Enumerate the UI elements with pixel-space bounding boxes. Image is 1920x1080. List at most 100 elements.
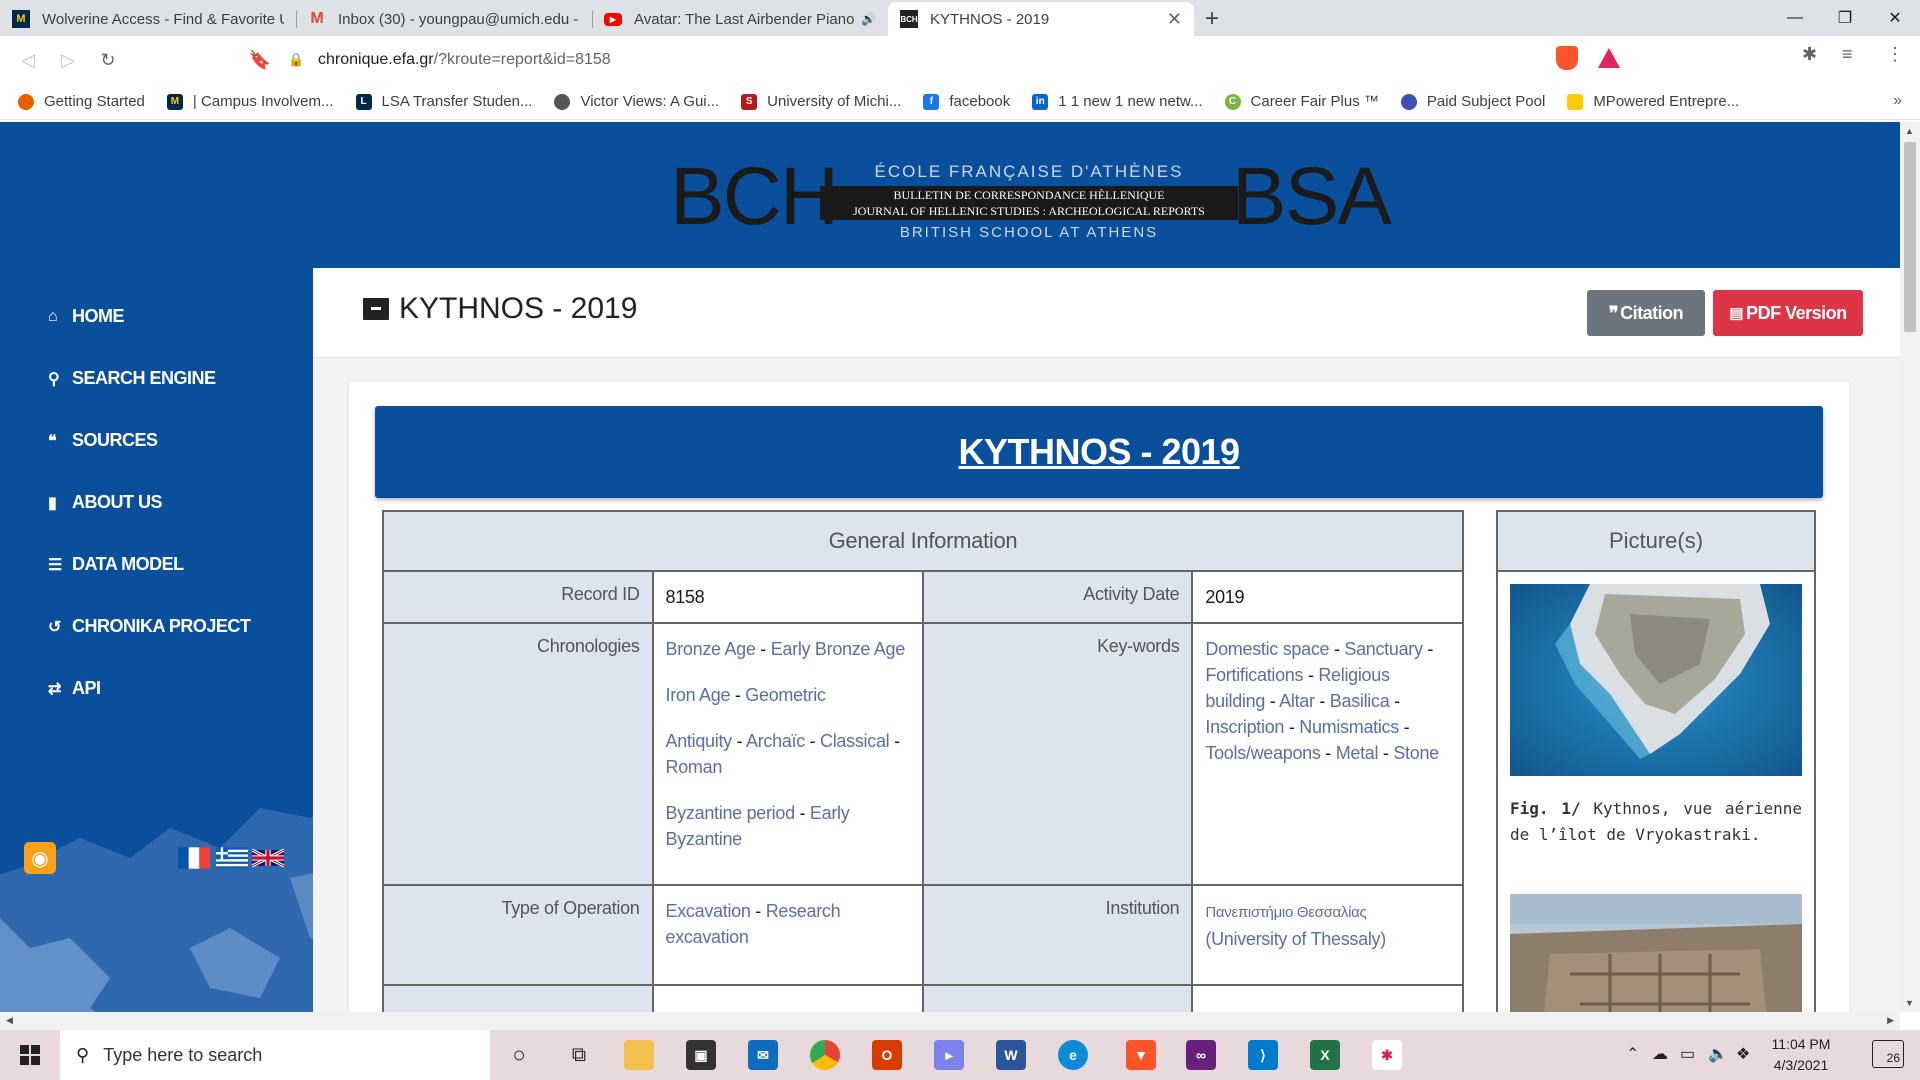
bookmark-paid-subject-pool[interactable]: Paid Subject Pool (1400, 93, 1545, 110)
address-bar[interactable]: 🔒 chronique.efa.gr/?kroute=report&id=815… (288, 42, 1538, 78)
keyword-link[interactable]: Fortifications (1205, 665, 1303, 685)
chrome-icon[interactable] (810, 1040, 840, 1070)
scroll-up-icon[interactable]: ▲ (1905, 126, 1914, 136)
dropbox-icon[interactable]: ❖ (1736, 1044, 1750, 1064)
notifications-icon[interactable]: 26 (1872, 1040, 1904, 1068)
lock-icon: 🔒 (288, 52, 305, 67)
bch-icon: BCH (900, 10, 918, 28)
task-view-icon[interactable]: ⧉ (564, 1040, 594, 1070)
bookmark-victor-views[interactable]: Victor Views: A Gui... (554, 93, 719, 110)
teams-icon[interactable]: ▸ (934, 1040, 964, 1070)
slack-icon[interactable]: ✱ (1372, 1040, 1402, 1070)
site-photo-excavation[interactable] (1510, 894, 1802, 1012)
forward-icon[interactable]: ▷ (48, 40, 88, 80)
chronology-link[interactable]: Roman (666, 757, 723, 777)
brave-icon[interactable]: ▼ (1126, 1040, 1156, 1070)
show-hidden-icons-icon[interactable]: ⌃ (1626, 1044, 1639, 1064)
clock-time: 11:04 PM (1771, 1036, 1831, 1052)
cortana-icon[interactable]: ○ (504, 1040, 534, 1070)
maximize-icon[interactable]: ❐ (1820, 0, 1870, 36)
speaker-icon[interactable]: 🔊 (861, 12, 876, 26)
file-explorer-icon[interactable] (624, 1040, 654, 1070)
bookmark-mpowered[interactable]: MPowered Entrepre... (1567, 93, 1739, 110)
keyword-link[interactable]: Tools/weapons (1205, 743, 1320, 763)
bookmarks-overflow-icon[interactable]: » (1893, 92, 1902, 110)
word-icon[interactable]: W (996, 1040, 1026, 1070)
scrollbar-thumb[interactable] (1904, 142, 1916, 332)
tab-wolverine-access[interactable]: M Wolverine Access - Find & Favorite Ur (0, 2, 296, 36)
onedrive-icon[interactable]: ☁ (1652, 1044, 1668, 1064)
brave-rewards-icon[interactable] (1598, 48, 1620, 68)
extensions-icon[interactable]: ✱ (1802, 44, 1817, 65)
scroll-right-icon[interactable]: ▶ (1887, 1015, 1894, 1026)
keyword-link[interactable]: Altar (1279, 691, 1315, 711)
tab-title: Avatar: The Last Airbender Piano M (634, 10, 858, 28)
office-icon[interactable]: O (872, 1040, 902, 1070)
visual-studio-icon[interactable]: ∞ (1186, 1040, 1216, 1070)
chronology-link[interactable]: Byzantine period (666, 803, 796, 823)
battery-icon[interactable]: ▭ (1680, 1044, 1695, 1064)
institution-english-link[interactable]: (University of Thessaly) (1205, 929, 1386, 949)
keyword-link[interactable]: Sanctuary (1344, 639, 1423, 659)
keywords-label: Key-words (921, 622, 1194, 886)
vscode-icon[interactable]: ⟩ (1248, 1040, 1278, 1070)
tab-youtube-avatar[interactable]: ▶ Avatar: The Last Airbender Piano M 🔊 (592, 2, 888, 36)
new-tab-button[interactable]: + (1194, 2, 1230, 36)
scroll-left-icon[interactable]: ◀ (6, 1015, 13, 1026)
youtube-icon: ▶ (604, 12, 622, 26)
keyword-link[interactable]: Inscription (1205, 717, 1284, 737)
reload-icon[interactable]: ↻ (88, 40, 128, 80)
edge-icon[interactable]: e (1058, 1040, 1088, 1070)
keyword-link[interactable]: Numismatics (1299, 717, 1399, 737)
institution-greek-link[interactable]: Πανεπιστήμιο Θεσσαλίας (1205, 904, 1366, 921)
bookmark-facebook[interactable]: f facebook (923, 93, 1010, 110)
store-icon[interactable]: ▣ (686, 1040, 716, 1070)
umich-m-icon: M (12, 10, 30, 28)
bookmark-getting-started[interactable]: Getting Started (18, 93, 145, 110)
excel-icon[interactable]: X (1310, 1040, 1340, 1070)
keyword-link[interactable]: Basilica (1330, 691, 1390, 711)
chronology-link[interactable]: Classical (820, 731, 890, 751)
tab-title: Inbox (30) - youngpau@umich.edu - U (338, 10, 580, 28)
window-controls: — ❐ ✕ (1770, 0, 1920, 36)
chronology-link[interactable]: Geometric (745, 685, 826, 705)
chronology-link[interactable]: Archaïc (746, 731, 805, 751)
chronology-link[interactable]: Iron Age (666, 685, 731, 705)
aerial-photo-vryokastraki[interactable] (1510, 584, 1802, 776)
general-information-header: General Information (382, 510, 1464, 572)
chronology-link[interactable]: Antiquity (666, 731, 733, 751)
general-information-table: General Information Record ID 8158 Activ… (382, 510, 1464, 1012)
windows-start-icon[interactable] (0, 1030, 60, 1080)
operation-link[interactable]: Excavation (666, 901, 751, 921)
back-icon[interactable]: ◁ (8, 40, 48, 80)
chronology-link[interactable]: Bronze Age (666, 639, 756, 659)
taskbar-search-input[interactable]: ⚲ Type here to search (60, 1030, 490, 1080)
keyword-link[interactable]: Domestic space (1205, 639, 1329, 659)
bookmark-career-fair-plus[interactable]: C Career Fair Plus ™ (1224, 93, 1379, 110)
volume-icon[interactable]: 🔈 (1708, 1044, 1728, 1064)
chronology-link[interactable]: Early Bronze Age (771, 639, 906, 659)
scroll-down-icon[interactable]: ▼ (1905, 998, 1914, 1008)
tab-gmail-inbox[interactable]: M Inbox (30) - youngpau@umich.edu - U (296, 2, 592, 36)
bookmark-campus-involvement[interactable]: M | Campus Involvem... (166, 93, 334, 110)
keyword-link[interactable]: Stone (1393, 743, 1439, 763)
bookmark-lsa-transfer[interactable]: L LSA Transfer Studen... (355, 93, 532, 110)
vertical-scrollbar[interactable]: ▲ ▼ (1900, 122, 1920, 1012)
next-row-label (382, 984, 654, 1012)
keyword-link[interactable]: Metal (1336, 743, 1379, 763)
mail-icon[interactable]: ✉ (748, 1040, 778, 1070)
menu-icon[interactable]: ⋮ (1886, 44, 1904, 65)
close-window-icon[interactable]: ✕ (1870, 0, 1920, 36)
brave-shields-icon[interactable] (1556, 46, 1578, 70)
taskbar-clock[interactable]: 11:04 PM 4/3/2021 (1756, 1034, 1846, 1076)
report-title-link[interactable]: KYTHNOS - 2019 (958, 431, 1240, 473)
close-tab-icon[interactable]: ✕ (1167, 9, 1182, 30)
tab-kythnos-2019[interactable]: BCH KYTHNOS - 2019 ✕ (888, 2, 1194, 36)
bookmark-university-of-michigan[interactable]: S University of Michi... (741, 93, 901, 110)
reading-list-icon[interactable]: ≡ (1842, 44, 1853, 65)
clock-date: 4/3/2021 (1773, 1057, 1829, 1073)
minimize-icon[interactable]: — (1770, 0, 1820, 36)
bookmark-linkedin[interactable]: in 1 1 new 1 new netw... (1032, 93, 1203, 110)
horizontal-scrollbar[interactable]: ◀ ▶ (0, 1012, 1900, 1030)
bookmark-icon[interactable]: 🔖 (240, 40, 280, 80)
